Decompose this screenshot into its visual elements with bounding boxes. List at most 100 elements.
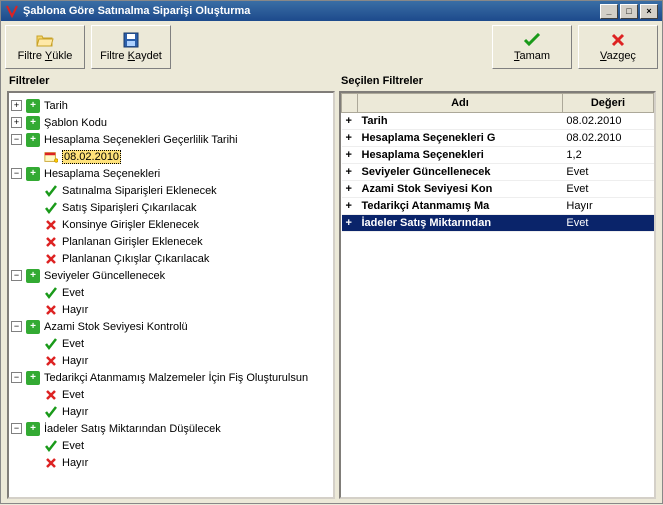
filter-load-label: Filtre Yükle [18, 50, 73, 62]
tree-node[interactable]: −+ Tedarikçi Atanmamış Malzemeler İçin Fi… [11, 369, 331, 386]
tree-node-label: Satınalma Siparişleri Eklenecek [62, 185, 217, 197]
window-title: Şablona Göre Satınalma Siparişi Oluşturm… [23, 5, 250, 17]
toolbar: Filtre Yükle Filtre Kaydet Tamam Vazgeç [1, 21, 662, 73]
tree-node[interactable]: −+ Azami Stok Seviyesi Kontrolü [11, 318, 331, 335]
tree-node[interactable]: ++Şablon Kodu [11, 114, 331, 131]
cross-icon [44, 354, 58, 368]
tree-node[interactable]: Hayır [11, 301, 331, 318]
tree-node[interactable]: Evet [11, 335, 331, 352]
cancel-button[interactable]: Vazgeç [578, 25, 658, 69]
tree-node[interactable]: Evet [11, 386, 331, 403]
row-expand-icon[interactable]: + [342, 215, 358, 232]
title-bar[interactable]: Şablona Göre Satınalma Siparişi Oluşturm… [1, 1, 662, 21]
selected-filters-panel-title: Seçilen Filtreler [339, 73, 656, 91]
check-icon [44, 201, 58, 215]
expander-icon[interactable]: + [11, 117, 22, 128]
check-icon [44, 184, 58, 198]
cross-icon [44, 252, 58, 266]
grid-cell-name: Seviyeler Güncellenecek [358, 164, 563, 181]
tree-node[interactable]: Hayır [11, 403, 331, 420]
grid-cell-name: Tedarikçi Atanmamış Ma [358, 198, 563, 215]
check-icon [44, 286, 58, 300]
tree-node-label: Hayır [62, 355, 88, 367]
maximize-button[interactable]: □ [620, 4, 638, 19]
add-icon: + [26, 167, 40, 181]
filter-load-button[interactable]: Filtre Yükle [5, 25, 85, 69]
tree-node[interactable]: Evet [11, 437, 331, 454]
filters-panel-title: Filtreler [7, 73, 335, 91]
tree-node-label: Satış Siparişleri Çıkarılacak [62, 202, 197, 214]
expander-icon[interactable]: − [11, 423, 22, 434]
cross-icon [44, 303, 58, 317]
grid-row[interactable]: +İadeler Satış MiktarındanEvet [342, 215, 654, 232]
row-expand-icon[interactable]: + [342, 164, 358, 181]
tree-node-label: Hayır [62, 406, 88, 418]
tree-node-label: İadeler Satış Miktarından Düşülecek [44, 423, 221, 435]
row-expand-icon[interactable]: + [342, 130, 358, 147]
tree-node-label: Tedarikçi Atanmamış Malzemeler İçin Fiş … [44, 372, 308, 384]
filters-tree[interactable]: ++Tarih++Şablon Kodu−+Hesaplama Seçenekl… [7, 91, 335, 499]
row-expand-icon[interactable]: + [342, 147, 358, 164]
grid-cell-value: Evet [562, 215, 653, 232]
row-expand-icon[interactable]: + [342, 198, 358, 215]
tree-node[interactable]: Hayır [11, 352, 331, 369]
ok-button[interactable]: Tamam [492, 25, 572, 69]
add-icon: + [26, 269, 40, 283]
grid-row[interactable]: +Tedarikçi Atanmamış MaHayır [342, 198, 654, 215]
tree-node-label: Seviyeler Güncellenecek [44, 270, 165, 282]
grid-header-name[interactable]: Adı [358, 94, 563, 113]
grid-cell-value: 08.02.2010 [562, 130, 653, 147]
grid-row[interactable]: +Hesaplama Seçenekleri G08.02.2010 [342, 130, 654, 147]
tree-node[interactable]: −+Hesaplama Seçenekleri Geçerlilik Tarih… [11, 131, 331, 148]
expander-icon[interactable]: − [11, 168, 22, 179]
tree-node[interactable]: Konsinye Girişler Eklenecek [11, 216, 331, 233]
tree-node-label: Hayır [62, 457, 88, 469]
tree-node-label: Konsinye Girişler Eklenecek [62, 219, 199, 231]
tree-node[interactable]: −+ İadeler Satış Miktarından Düşülecek [11, 420, 331, 437]
row-expand-icon[interactable]: + [342, 181, 358, 198]
filter-save-button[interactable]: Filtre Kaydet [91, 25, 171, 69]
filter-save-label: Filtre Kaydet [100, 50, 162, 62]
selected-filters-grid[interactable]: Adı Değeri +Tarih08.02.2010+Hesaplama Se… [339, 91, 656, 499]
app-icon [5, 4, 19, 18]
tree-node[interactable]: Hayır [11, 454, 331, 471]
tree-node-label: Evet [62, 287, 84, 299]
tree-node-label: Planlanan Çıkışlar Çıkarılacak [62, 253, 209, 265]
add-icon: + [26, 116, 40, 130]
check-icon [44, 337, 58, 351]
tree-node-label: Azami Stok Seviyesi Kontrolü [44, 321, 188, 333]
tree-node-label: Hesaplama Seçenekleri [44, 168, 160, 180]
calendar-icon [44, 150, 58, 164]
add-icon: + [26, 422, 40, 436]
row-expand-icon[interactable]: + [342, 113, 358, 130]
check-icon [523, 32, 541, 48]
close-button[interactable]: × [640, 4, 658, 19]
tree-node[interactable]: Planlanan Çıkışlar Çıkarılacak [11, 250, 331, 267]
grid-header-value[interactable]: Değeri [562, 94, 653, 113]
expander-icon[interactable]: + [11, 100, 22, 111]
expander-icon[interactable]: − [11, 321, 22, 332]
grid-row[interactable]: +Tarih08.02.2010 [342, 113, 654, 130]
cross-icon [44, 456, 58, 470]
grid-row[interactable]: +Azami Stok Seviyesi KonEvet [342, 181, 654, 198]
minimize-button[interactable]: _ [600, 4, 618, 19]
tree-node[interactable]: Evet [11, 284, 331, 301]
expander-icon[interactable]: − [11, 270, 22, 281]
grid-row[interactable]: +Hesaplama Seçenekleri1,2 [342, 147, 654, 164]
tree-node[interactable]: Satınalma Siparişleri Eklenecek [11, 182, 331, 199]
tree-node[interactable]: Planlanan Girişler Eklenecek [11, 233, 331, 250]
tree-node[interactable]: ++Tarih [11, 97, 331, 114]
tree-node-label: Hesaplama Seçenekleri Geçerlilik Tarihi [44, 134, 238, 146]
grid-cell-name: Azami Stok Seviyesi Kon [358, 181, 563, 198]
expander-icon[interactable]: − [11, 372, 22, 383]
tree-node[interactable]: 08.02.2010 [11, 148, 331, 165]
expander-icon[interactable]: − [11, 134, 22, 145]
tree-node-label: Evet [62, 440, 84, 452]
tree-node[interactable]: −+ Seviyeler Güncellenecek [11, 267, 331, 284]
add-icon: + [26, 371, 40, 385]
tree-node[interactable]: −+ Hesaplama Seçenekleri [11, 165, 331, 182]
grid-cell-name: İadeler Satış Miktarından [358, 215, 563, 232]
tree-node[interactable]: Satış Siparişleri Çıkarılacak [11, 199, 331, 216]
add-icon: + [26, 320, 40, 334]
grid-row[interactable]: +Seviyeler GüncellenecekEvet [342, 164, 654, 181]
